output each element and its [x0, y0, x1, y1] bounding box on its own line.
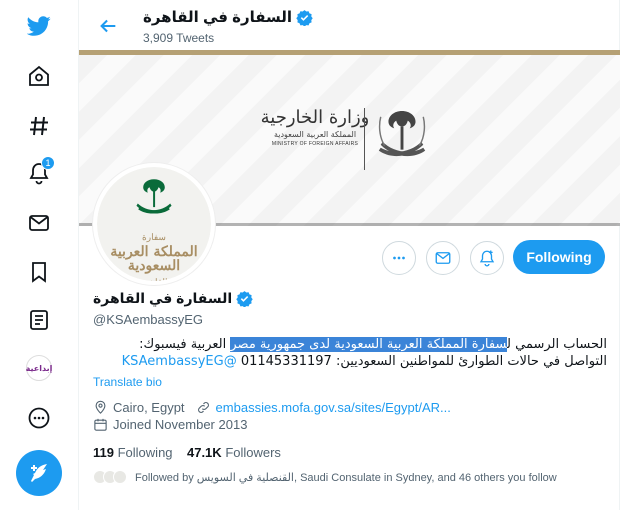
- followed-by-text: Followed by القنصلية في السويس, Saudi Co…: [135, 471, 557, 484]
- bio-highlighted-text: سفارة المملكة العربية السعودية لدى جمهور…: [230, 337, 508, 352]
- followers-label: Followers: [225, 445, 281, 460]
- bell-plus-icon: [479, 250, 495, 267]
- profile-avatar[interactable]: سفارة المملكة العربية السعودية القاهرة: [93, 163, 215, 285]
- notification-badge: 1: [41, 156, 55, 170]
- back-button[interactable]: [97, 15, 119, 37]
- translate-bio-link[interactable]: Translate bio: [93, 375, 162, 389]
- kingdom-arabic: المملكة العربية السعودية: [273, 130, 357, 139]
- mini-avatar: [113, 470, 127, 484]
- avatar-wordmark: سفارة المملكة العربية السعودية القاهرة: [107, 231, 201, 285]
- bio-line-1-prefix: الحساب الرسمي ل: [507, 337, 607, 352]
- following-count: 119: [93, 445, 114, 460]
- followers-count: 47.1K: [186, 445, 222, 460]
- ellipsis-icon: [393, 256, 405, 260]
- bio-line-1: الحساب الرسمي لسفارة المملكة العربية الس…: [93, 336, 607, 353]
- ministry-arabic: وزارة الخارجية: [260, 107, 370, 128]
- bio-line-2-text: التواصل في حالات الطوارئ للمواطنين السعو…: [240, 354, 607, 369]
- profile-joined-date: Joined November 2013: [113, 417, 248, 432]
- followed-by-row[interactable]: Followed by القنصلية في السويس, Saudi Co…: [93, 470, 557, 484]
- verified-badge-icon: [296, 9, 313, 26]
- messages-nav-button[interactable]: [21, 205, 57, 241]
- compose-tweet-icon: [31, 464, 47, 482]
- profile-website-link[interactable]: embassies.mofa.gov.sa/sites/Egypt/AR...: [216, 400, 451, 415]
- bookmarks-nav-button[interactable]: [21, 254, 57, 290]
- tweet-count: 3,909 Tweets: [143, 31, 215, 45]
- lists-nav-button[interactable]: [21, 302, 57, 338]
- mail-icon: [29, 215, 49, 231]
- followers-count-link[interactable]: 47.1K Followers: [187, 445, 281, 460]
- avatar-line-1: سفارة: [142, 233, 166, 243]
- twitter-bird-icon: [27, 16, 51, 36]
- notify-button[interactable]: [470, 241, 504, 275]
- explore-nav-button[interactable]: [21, 108, 57, 144]
- ministry-english: MINISTRY OF FOREIGN AFFAIRS: [271, 141, 359, 147]
- twitter-logo-button[interactable]: [21, 8, 57, 44]
- more-nav-button[interactable]: [21, 400, 57, 436]
- list-icon: [30, 310, 48, 330]
- saudi-emblem-icon: [378, 110, 426, 157]
- profile-location: Cairo, Egypt: [113, 400, 185, 415]
- profile-name-text: السفارة في القاهرة: [93, 290, 233, 306]
- message-button[interactable]: [426, 241, 460, 275]
- notifications-nav-button[interactable]: 1: [21, 155, 57, 191]
- following-count-link[interactable]: 119 Following: [93, 445, 173, 460]
- bio-line-1-suffix: العربية فيسبوك:: [139, 337, 231, 352]
- compose-tweet-button[interactable]: [16, 450, 62, 496]
- following-button[interactable]: Following: [513, 240, 605, 274]
- profile-handle: @KSAembassyEG: [93, 312, 204, 327]
- banner-gold-line: [79, 50, 620, 55]
- avatar-line-3: القاهرة: [140, 278, 168, 285]
- banner-divider: [364, 108, 365, 170]
- profile-name: السفارة في القاهرة: [93, 290, 253, 307]
- follow-counts: 119 Following 47.1K Followers: [93, 445, 281, 460]
- home-icon: [29, 65, 49, 86]
- avatar-line-2: المملكة العربية السعودية: [110, 244, 198, 274]
- profile-header: السفارة في القاهرة 3,909 Tweets: [79, 0, 619, 50]
- profile-meta-joined-row: Joined November 2013: [93, 417, 247, 432]
- palm-swords-icon: [136, 179, 172, 214]
- bio-line-2: التواصل في حالات الطوارئ للمواطنين السعو…: [93, 353, 607, 370]
- left-nav: 1 إبداعية: [0, 0, 78, 510]
- location-pin-icon: [95, 400, 106, 414]
- home-nav-button[interactable]: [21, 58, 57, 94]
- mail-icon: [435, 252, 451, 264]
- account-avatar-text: إبداعية: [25, 363, 53, 373]
- arrow-left-icon: [100, 19, 116, 33]
- header-title-text: السفارة في القاهرة: [143, 9, 293, 26]
- following-label: Following: [117, 445, 173, 460]
- profile-bio: الحساب الرسمي لسفارة المملكة العربية الس…: [93, 336, 607, 370]
- ministry-wordmark: وزارة الخارجية المملكة العربية السعودية …: [255, 107, 375, 148]
- calendar-icon: [94, 418, 107, 431]
- bookmark-icon: [32, 262, 46, 283]
- more-options-button[interactable]: [382, 241, 416, 275]
- more-circle-icon: [28, 407, 50, 429]
- bio-mention-link[interactable]: @KSAembassyEG: [122, 354, 237, 369]
- link-icon: [197, 402, 209, 413]
- profile-column: السفارة في القاهرة 3,909 Tweets وزارة ال…: [78, 0, 620, 510]
- followed-by-avatars: [93, 470, 127, 484]
- header-title: السفارة في القاهرة: [143, 8, 313, 26]
- account-avatar[interactable]: إبداعية: [26, 355, 52, 381]
- hashtag-icon: [30, 116, 48, 136]
- profile-meta-location-row: Cairo, Egypt embassies.mofa.gov.sa/sites…: [93, 400, 451, 415]
- verified-badge-icon: [236, 291, 253, 307]
